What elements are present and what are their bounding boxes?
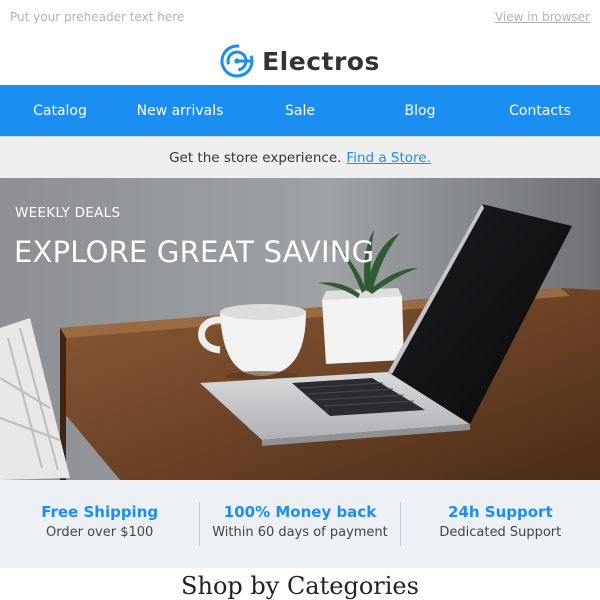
brand-name: Electros [262,46,380,76]
nav-item-sale[interactable]: Sale [240,85,360,136]
store-bar-text: Get the store experience. [169,149,342,166]
feature-free-shipping: Free Shipping Order over $100 [0,502,199,546]
nav-item-blog[interactable]: Blog [360,85,480,136]
store-experience-bar: Get the store experience. Find a Store. [0,136,600,178]
features-bar: Free Shipping Order over $100 100% Money… [0,480,600,568]
feature-money-back: 100% Money back Within 60 days of paymen… [199,502,399,546]
find-store-link[interactable]: Find a Store. [346,150,431,166]
preheader-text: Put your preheader text here [10,10,185,24]
hero-kicker: WEEKLY DEALS [15,205,121,221]
feature-title: 100% Money back [223,503,377,521]
nav-item-new-arrivals[interactable]: New arrivals [120,85,240,136]
nav-item-catalog[interactable]: Catalog [0,85,120,136]
hero-image [0,178,600,480]
brand-logo[interactable]: Electros [0,42,600,80]
view-in-browser-link[interactable]: View in browser [495,10,590,24]
feature-title: Free Shipping [41,503,159,521]
feature-subtitle: Dedicated Support [439,525,562,540]
circuit-circle-icon [220,44,254,78]
feature-subtitle: Within 60 days of payment [212,525,388,540]
section-heading: Shop by Categories [181,572,419,600]
nav-item-contacts[interactable]: Contacts [480,85,600,136]
preheader-bar: Put your preheader text here View in bro… [0,0,600,36]
main-navigation: Catalog New arrivals Sale Blog Contacts [0,85,600,136]
feature-subtitle: Order over $100 [46,525,154,540]
hero-headline: EXPLORE GREAT SAVING [14,235,375,269]
feature-support: 24h Support Dedicated Support [399,502,600,546]
hero-banner[interactable]: WEEKLY DEALS EXPLORE GREAT SAVING [0,178,600,480]
feature-title: 24h Support [448,503,553,521]
